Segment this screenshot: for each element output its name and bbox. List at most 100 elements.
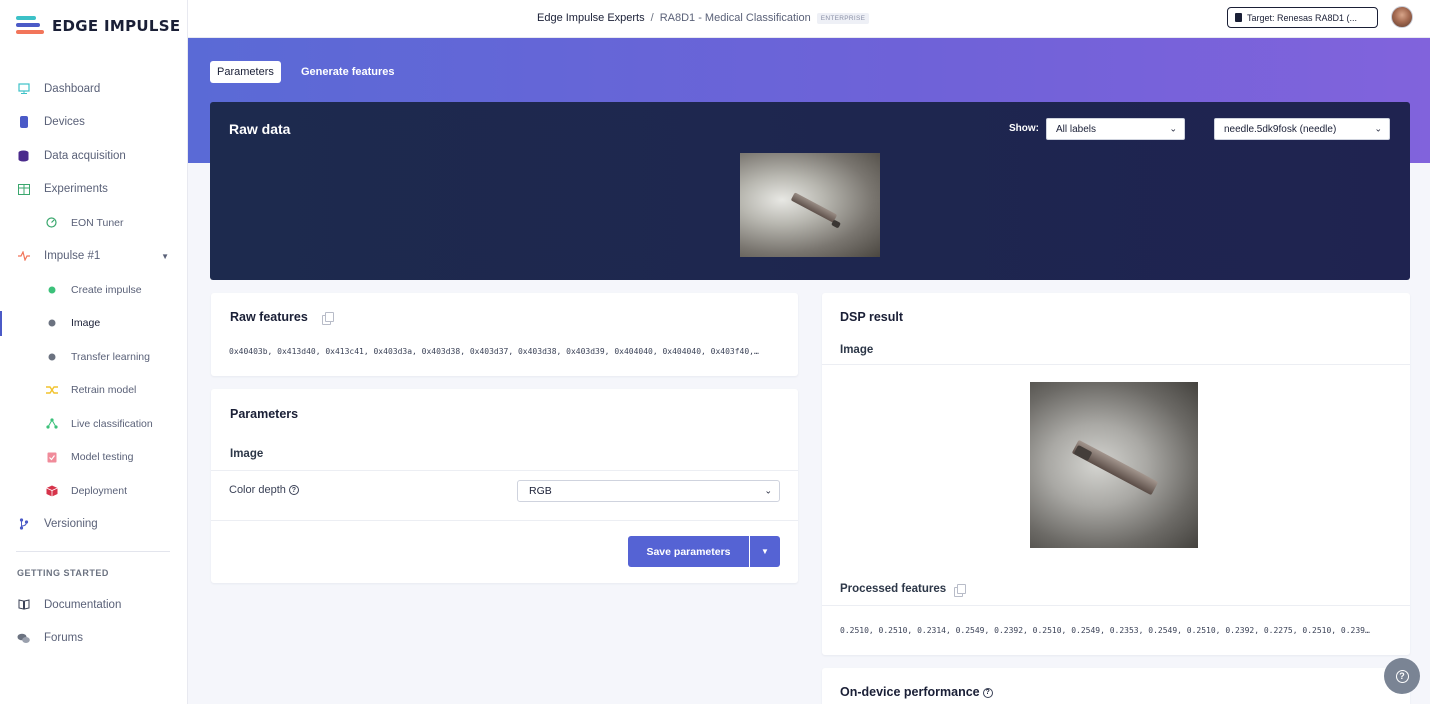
shuffle-icon bbox=[45, 384, 58, 397]
breadcrumb-org[interactable]: Edge Impulse Experts bbox=[537, 12, 645, 24]
tab-generate-features[interactable]: Generate features bbox=[294, 61, 402, 83]
dsp-image-heading: Image bbox=[840, 344, 874, 356]
sidebar-item-data-acquisition[interactable]: Data acquisition bbox=[0, 139, 187, 173]
processed-features-title: Processed features bbox=[840, 583, 947, 595]
raw-data-panel: Raw data Show: All labels ⌄ needle.5dk9f… bbox=[210, 102, 1410, 280]
processed-image bbox=[1030, 382, 1198, 548]
sidebar-item-label: Deployment bbox=[71, 484, 128, 497]
copy-icon[interactable] bbox=[322, 312, 334, 325]
help-floating-button[interactable]: ? bbox=[1384, 658, 1420, 694]
sidebar-item-dashboard[interactable]: Dashboard bbox=[0, 72, 187, 106]
brand-logo[interactable]: EDGE IMPULSE bbox=[16, 14, 180, 38]
sidebar-item-model-testing[interactable]: Model testing bbox=[0, 441, 187, 475]
label-filter-select[interactable]: All labels ⌄ bbox=[1046, 118, 1185, 140]
dsp-result-card: DSP result Image Processed features 0.25… bbox=[822, 293, 1410, 655]
save-options-dropdown-button[interactable]: ▼ bbox=[750, 536, 780, 567]
target-device-button[interactable]: Target: Renesas RA8D1 (... bbox=[1227, 7, 1378, 28]
sidebar-item-label: Model testing bbox=[71, 451, 134, 464]
dsp-result-title: DSP result bbox=[840, 310, 903, 324]
parameters-image-heading: Image bbox=[230, 448, 264, 460]
edge-impulse-logo-icon bbox=[16, 14, 44, 38]
chat-bubbles-icon bbox=[17, 632, 30, 645]
sample-value: needle.5dk9fosk (needle) bbox=[1224, 123, 1337, 135]
parameters-card: Parameters Image Color depth? RGB ⌄ Save… bbox=[211, 389, 798, 583]
sidebar-item-label: Image bbox=[71, 317, 101, 330]
sidebar-item-label: EON Tuner bbox=[71, 216, 124, 229]
sidebar-item-label: Dashboard bbox=[44, 82, 101, 95]
question-icon: ? bbox=[1395, 669, 1409, 683]
copy-icon[interactable] bbox=[954, 584, 966, 597]
pulse-icon bbox=[17, 250, 30, 263]
sample-select[interactable]: needle.5dk9fosk (needle) ⌄ bbox=[1214, 118, 1390, 140]
breadcrumb-project[interactable]: RA8D1 - Medical Classification bbox=[660, 12, 811, 24]
sidebar-item-live-classification[interactable]: Live classification bbox=[0, 407, 187, 441]
sidebar-item-versioning[interactable]: Versioning bbox=[0, 508, 187, 542]
top-bar: Edge Impulse Experts / RA8D1 - Medical C… bbox=[188, 0, 1430, 38]
getting-started-nav: Documentation Forums bbox=[0, 588, 187, 655]
chevron-down-icon: ⌄ bbox=[764, 485, 772, 496]
sidebar-item-label: Data acquisition bbox=[44, 149, 126, 162]
book-icon bbox=[17, 598, 30, 611]
database-icon bbox=[17, 149, 30, 162]
raw-sample-image bbox=[740, 153, 880, 257]
color-depth-label-text: Color depth bbox=[229, 484, 286, 496]
chevron-down-icon: ⌄ bbox=[1374, 123, 1382, 134]
on-device-performance-card: On-device performance? bbox=[822, 668, 1410, 704]
dot-green-icon bbox=[45, 283, 58, 296]
color-depth-label: Color depth? bbox=[229, 484, 299, 496]
sidebar-item-label: Create impulse bbox=[71, 283, 142, 296]
divider bbox=[211, 470, 798, 471]
clipboard-check-icon bbox=[45, 451, 58, 464]
sidebar-item-devices[interactable]: Devices bbox=[0, 106, 187, 140]
sidebar-item-label: Documentation bbox=[44, 598, 122, 611]
chevron-down-icon: ⌄ bbox=[1169, 123, 1177, 134]
avatar[interactable] bbox=[1391, 6, 1413, 28]
target-label: Target: Renesas RA8D1 (... bbox=[1247, 12, 1358, 23]
enterprise-badge: ENTERPRISE bbox=[816, 12, 870, 24]
color-depth-value: RGB bbox=[529, 485, 552, 497]
processed-features-values: 0.2510, 0.2510, 0.2314, 0.2549, 0.2392, … bbox=[840, 626, 1370, 635]
show-label: Show: bbox=[1009, 123, 1039, 134]
chevron-down-icon[interactable]: ▼ bbox=[161, 252, 169, 261]
save-parameters-button[interactable]: Save parameters bbox=[628, 536, 749, 567]
sidebar-item-label: Retrain model bbox=[71, 384, 137, 397]
sidebar-item-deployment[interactable]: Deployment bbox=[0, 474, 187, 508]
git-branch-icon bbox=[17, 518, 30, 531]
sidebar-item-image[interactable]: Image bbox=[0, 307, 187, 341]
help-circle-icon[interactable]: ? bbox=[982, 687, 993, 698]
color-depth-select[interactable]: RGB ⌄ bbox=[517, 480, 780, 502]
section-heading-getting-started: GETTING STARTED bbox=[17, 568, 109, 578]
parameters-title: Parameters bbox=[230, 407, 299, 421]
sidebar-item-label: Versioning bbox=[44, 518, 98, 531]
sidebar-item-label: Impulse #1 bbox=[44, 250, 101, 263]
chip-icon bbox=[1235, 13, 1242, 22]
on-device-performance-title-text: On-device performance bbox=[840, 685, 980, 699]
sidebar-item-retrain-model[interactable]: Retrain model bbox=[0, 374, 187, 408]
tab-parameters[interactable]: Parameters bbox=[210, 61, 281, 83]
sidebar-item-experiments[interactable]: Experiments bbox=[0, 173, 187, 207]
raw-features-title: Raw features bbox=[230, 310, 308, 324]
sidebar-item-label: Experiments bbox=[44, 183, 108, 196]
sidebar-divider bbox=[16, 551, 170, 552]
dot-gray-icon bbox=[45, 350, 58, 363]
help-circle-icon[interactable]: ? bbox=[288, 485, 299, 496]
dot-gray-icon bbox=[45, 317, 58, 330]
raw-data-title: Raw data bbox=[229, 121, 291, 137]
gauge-icon bbox=[45, 216, 58, 229]
raw-features-card: Raw features 0x40403b, 0x413d40, 0x413c4… bbox=[211, 293, 798, 376]
sidebar-item-impulse[interactable]: Impulse #1 ▼ bbox=[0, 240, 187, 274]
sidebar-item-documentation[interactable]: Documentation bbox=[0, 588, 187, 622]
sidebar: EDGE IMPULSE Dashboard Devices Data acqu… bbox=[0, 0, 188, 704]
divider bbox=[822, 605, 1410, 606]
sidebar-item-create-impulse[interactable]: Create impulse bbox=[0, 273, 187, 307]
sidebar-item-eon-tuner[interactable]: EON Tuner bbox=[0, 206, 187, 240]
on-device-performance-title: On-device performance? bbox=[840, 685, 993, 699]
label-filter-value: All labels bbox=[1056, 123, 1097, 135]
caret-down-icon: ▼ bbox=[761, 547, 769, 556]
sidebar-item-label: Devices bbox=[44, 116, 85, 129]
sidebar-nav: Dashboard Devices Data acquisition Exper… bbox=[0, 72, 187, 541]
network-icon bbox=[45, 417, 58, 430]
sidebar-item-forums[interactable]: Forums bbox=[0, 622, 187, 656]
sidebar-item-label: Live classification bbox=[71, 417, 153, 430]
sidebar-item-transfer-learning[interactable]: Transfer learning bbox=[0, 340, 187, 374]
